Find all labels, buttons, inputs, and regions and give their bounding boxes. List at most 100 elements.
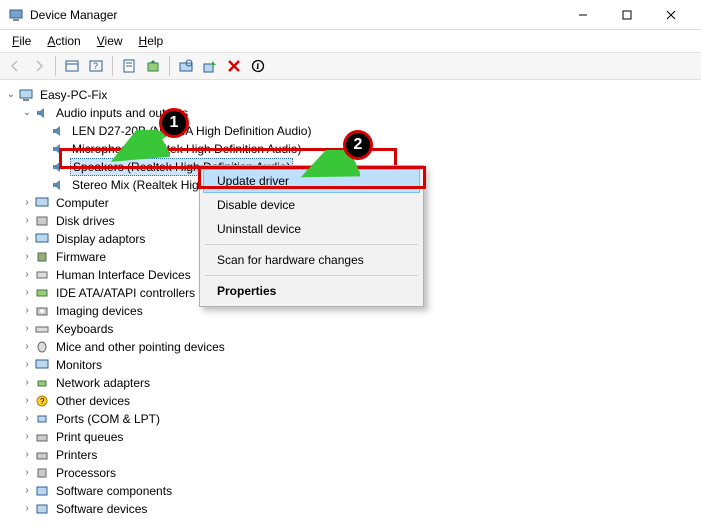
cat-label[interactable]: Other devices (54, 393, 132, 409)
speaker-icon (50, 141, 66, 157)
software-icon (34, 501, 50, 517)
tree-cat-swcomponents[interactable]: › Software components (4, 482, 697, 500)
chevron-right-icon[interactable]: › (20, 267, 34, 283)
cat-label[interactable]: Display adaptors (54, 231, 147, 247)
menu-action[interactable]: Action (41, 32, 86, 50)
chevron-right-icon[interactable]: › (20, 285, 34, 301)
chevron-right-icon[interactable]: › (20, 249, 34, 265)
show-hide-console-button[interactable] (61, 55, 83, 77)
cat-label[interactable]: Human Interface Devices (54, 267, 193, 283)
item-label[interactable]: LEN D27-20B (NVIDIA High Definition Audi… (70, 123, 313, 139)
chip-icon (34, 249, 50, 265)
cat-label[interactable]: Software devices (54, 501, 149, 517)
chevron-right-icon[interactable]: › (20, 195, 34, 211)
chevron-right-icon[interactable]: › (20, 339, 34, 355)
chip-icon (34, 465, 50, 481)
scan-hardware-button[interactable] (175, 55, 197, 77)
cat-label[interactable]: Print queues (54, 429, 125, 445)
menu-properties[interactable]: Properties (203, 279, 420, 303)
chevron-right-icon[interactable]: › (20, 483, 34, 499)
speaker-icon (50, 123, 66, 139)
disable-device-button[interactable]: ↓ (247, 55, 269, 77)
menu-update-driver[interactable]: Update driver (203, 169, 420, 193)
speaker-icon (50, 177, 66, 193)
tree-cat-monitors[interactable]: › Monitors (4, 356, 697, 374)
port-icon (34, 411, 50, 427)
annotation-badge-1: 1 (159, 108, 189, 138)
chevron-right-icon[interactable]: › (20, 429, 34, 445)
cat-label[interactable]: Monitors (54, 357, 104, 373)
chevron-right-icon[interactable]: › (20, 357, 34, 373)
keyboard-icon (34, 321, 50, 337)
tree-cat-swdevices[interactable]: › Software devices (4, 500, 697, 518)
chevron-right-icon[interactable]: › (20, 321, 34, 337)
chevron-right-icon[interactable]: › (20, 447, 34, 463)
cat-label[interactable]: IDE ATA/ATAPI controllers (54, 285, 197, 301)
item-label[interactable]: Microphone (Realtek High Definition Audi… (70, 141, 303, 157)
printer-icon (34, 447, 50, 463)
tree-cat-other[interactable]: ›? Other devices (4, 392, 697, 410)
disk-icon (34, 213, 50, 229)
forward-button[interactable] (28, 55, 50, 77)
cat-label[interactable]: Software components (54, 483, 174, 499)
svg-text:?: ? (40, 397, 45, 406)
cat-label[interactable]: Processors (54, 465, 118, 481)
cat-label[interactable]: Printers (54, 447, 99, 463)
toolbar: ? ↓ (0, 52, 701, 80)
computer-icon (18, 87, 34, 103)
maximize-button[interactable] (605, 1, 649, 29)
tree-cat-mice[interactable]: › Mice and other pointing devices (4, 338, 697, 356)
tree-cat-audio[interactable]: ⌄ Audio inputs and outputs (4, 104, 697, 122)
chevron-right-icon[interactable]: › (20, 411, 34, 427)
chevron-down-icon[interactable]: ⌄ (4, 87, 18, 103)
enable-device-button[interactable] (199, 55, 221, 77)
camera-icon (34, 303, 50, 319)
root-label[interactable]: Easy-PC-Fix (38, 87, 109, 103)
cat-label[interactable]: Keyboards (54, 321, 115, 337)
chevron-right-icon[interactable]: › (20, 213, 34, 229)
uninstall-device-button[interactable] (223, 55, 245, 77)
chevron-right-icon[interactable]: › (20, 375, 34, 391)
chevron-right-icon[interactable]: › (20, 231, 34, 247)
properties-button[interactable] (118, 55, 140, 77)
chevron-down-icon[interactable]: ⌄ (20, 105, 34, 121)
help-button[interactable]: ? (85, 55, 107, 77)
chevron-right-icon[interactable]: › (20, 501, 34, 517)
tree-cat-printqueues[interactable]: › Print queues (4, 428, 697, 446)
monitor-icon (34, 357, 50, 373)
menu-help[interactable]: Help (133, 32, 170, 50)
tree-cat-keyboards[interactable]: › Keyboards (4, 320, 697, 338)
cat-label[interactable]: Firmware (54, 249, 108, 265)
cat-label[interactable]: Mice and other pointing devices (54, 339, 227, 355)
update-driver-toolbar-button[interactable] (142, 55, 164, 77)
close-button[interactable] (649, 1, 693, 29)
menu-disable-device[interactable]: Disable device (203, 193, 420, 217)
menu-separator (205, 275, 418, 276)
devmgr-icon (8, 7, 24, 23)
tree-root[interactable]: ⌄ Easy-PC-Fix (4, 86, 697, 104)
chevron-right-icon[interactable]: › (20, 303, 34, 319)
display-icon (34, 231, 50, 247)
chevron-right-icon[interactable]: › (20, 393, 34, 409)
tree-cat-network[interactable]: › Network adapters (4, 374, 697, 392)
cat-label[interactable]: Network adapters (54, 375, 152, 391)
cat-label[interactable]: Computer (54, 195, 111, 211)
tree-cat-printers[interactable]: › Printers (4, 446, 697, 464)
menu-scan-hardware[interactable]: Scan for hardware changes (203, 248, 420, 272)
cat-label[interactable]: Ports (COM & LPT) (54, 411, 162, 427)
hid-icon (34, 267, 50, 283)
context-menu: Update driver Disable device Uninstall d… (199, 165, 424, 307)
chevron-right-icon[interactable]: › (20, 465, 34, 481)
window-title: Device Manager (30, 8, 561, 22)
menu-uninstall-device[interactable]: Uninstall device (203, 217, 420, 241)
cat-label[interactable]: Imaging devices (54, 303, 145, 319)
back-button[interactable] (4, 55, 26, 77)
menu-bar: File Action View Help (0, 30, 701, 52)
menu-file[interactable]: File (6, 32, 37, 50)
tree-cat-processors[interactable]: › Processors (4, 464, 697, 482)
menu-view[interactable]: View (91, 32, 129, 50)
tree-cat-ports[interactable]: › Ports (COM & LPT) (4, 410, 697, 428)
svg-text:↓: ↓ (255, 61, 260, 71)
cat-label[interactable]: Disk drives (54, 213, 117, 229)
minimize-button[interactable] (561, 1, 605, 29)
